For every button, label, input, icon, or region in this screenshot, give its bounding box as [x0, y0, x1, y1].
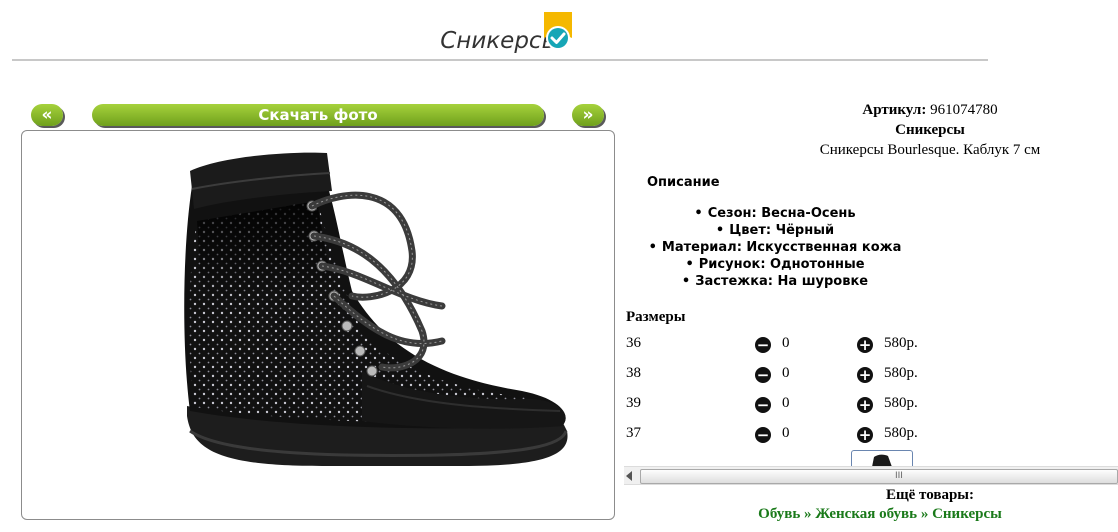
product-subtitle: Сникерсы Bourlesque. Каблук 7 см	[819, 142, 1041, 158]
plus-icon[interactable]: +	[857, 427, 873, 443]
breadcrumb-link[interactable]: Женская обувь	[815, 506, 917, 522]
quantity-value: 0	[782, 425, 790, 441]
size-value: 36	[626, 335, 641, 351]
size-value: 38	[626, 365, 641, 381]
property-item: Материал: Искусственная кожа	[600, 239, 950, 256]
price-value: 580р.	[884, 425, 918, 441]
breadcrumb-separator: »	[920, 506, 929, 522]
property-item: Цвет: Чёрный	[600, 222, 950, 239]
download-photo-button[interactable]: Скачать фото	[92, 104, 544, 126]
plus-icon[interactable]: +	[857, 397, 873, 413]
properties-list: Сезон: Весна-Осень Цвет: Чёрный Материал…	[600, 205, 950, 290]
property-item: Застежка: На шуровке	[600, 273, 950, 290]
minus-icon[interactable]: −	[755, 397, 771, 413]
quantity-value: 0	[782, 335, 790, 351]
verified-badge-icon	[544, 12, 572, 50]
plus-icon[interactable]: +	[857, 367, 873, 383]
prev-photo-button[interactable]: «	[31, 104, 63, 126]
property-item: Рисунок: Однотонные	[600, 256, 950, 273]
description-heading: Описание	[647, 175, 720, 190]
price-value: 580р.	[884, 365, 918, 381]
breadcrumb-separator: »	[804, 506, 812, 522]
scrollbar-thumb[interactable]: III	[640, 469, 1118, 484]
size-value: 37	[626, 425, 641, 441]
size-value: 39	[626, 395, 641, 411]
minus-icon[interactable]: −	[755, 337, 771, 353]
sizes-heading: Размеры	[626, 309, 686, 325]
more-products-label: Ещё товары:	[885, 487, 975, 503]
breadcrumb-link[interactable]: Обувь	[758, 506, 800, 522]
scroll-left-icon[interactable]	[626, 471, 632, 481]
property-item: Сезон: Весна-Осень	[600, 205, 950, 222]
thumbnail-image	[872, 454, 892, 467]
next-photo-button[interactable]: »	[572, 104, 604, 126]
price-value: 580р.	[884, 335, 918, 351]
quantity-value: 0	[782, 365, 790, 381]
scrollbar-grip: III	[895, 471, 903, 481]
price-value: 580р.	[884, 395, 918, 411]
minus-icon[interactable]: −	[755, 367, 771, 383]
product-photo[interactable]	[21, 130, 615, 520]
horizontal-scrollbar[interactable]: III	[624, 466, 1118, 485]
title-divider	[12, 59, 988, 61]
breadcrumb-link[interactable]: Сникерсы	[932, 506, 1002, 522]
minus-icon[interactable]: −	[755, 427, 771, 443]
sneaker-image	[184, 152, 568, 466]
article-value: 961074780	[930, 102, 998, 118]
quantity-value: 0	[782, 395, 790, 411]
plus-icon[interactable]: +	[857, 337, 873, 353]
article-label: Артикул:	[862, 102, 927, 118]
breadcrumb: Обувь » Женская обувь » Сникерсы	[620, 506, 1118, 523]
product-name: Сникерсы	[895, 122, 965, 138]
thumbnail[interactable]	[851, 450, 913, 467]
page-title: Сникерсы	[440, 28, 560, 54]
